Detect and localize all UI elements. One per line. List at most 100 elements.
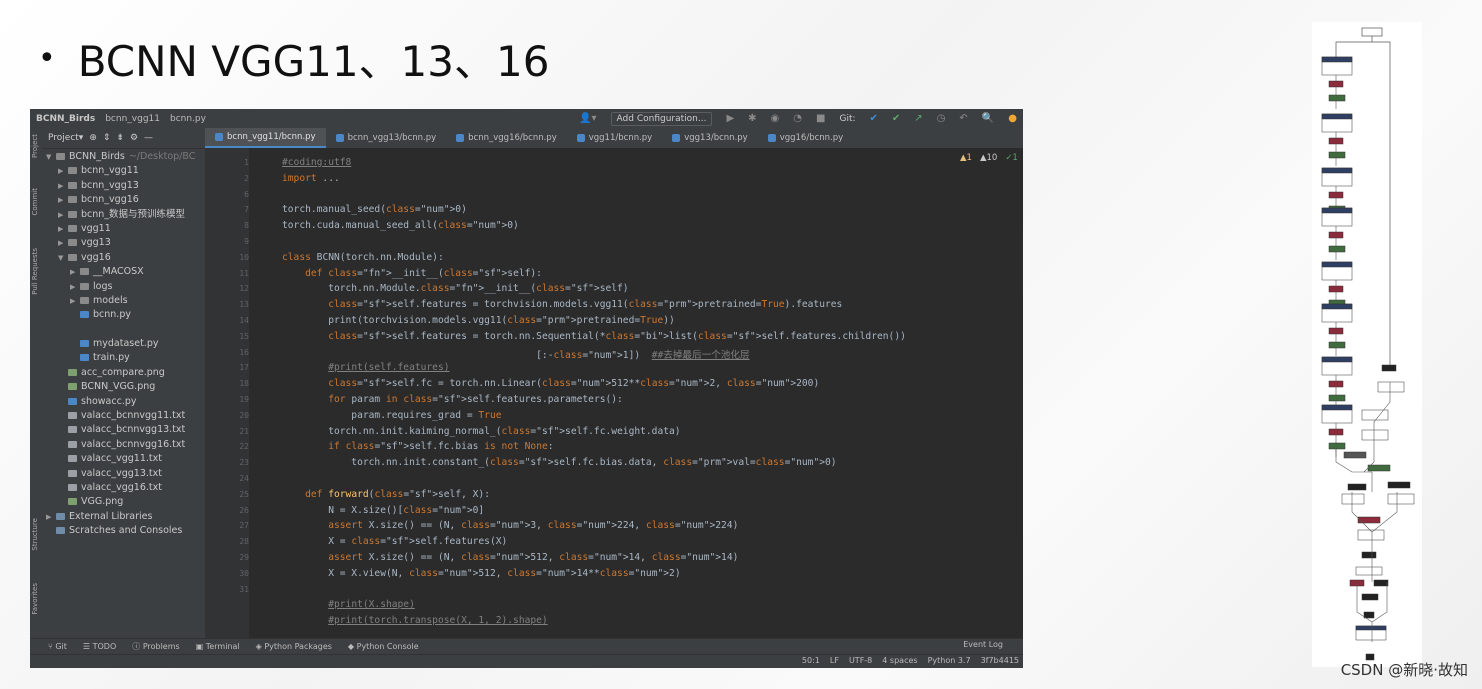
gear-icon[interactable]: ⚙ (130, 133, 138, 143)
user-icon[interactable]: 👤▾ (579, 113, 596, 124)
editor-tab[interactable]: bcnn_vgg16/bcnn.py (446, 128, 567, 148)
editor-tab[interactable]: bcnn_vgg13/bcnn.py (326, 128, 447, 148)
chevron-right-icon[interactable]: ▶ (58, 193, 68, 207)
project-name[interactable]: BCNN_Birds (36, 114, 95, 124)
tree-item[interactable]: valacc_vgg13.txt (42, 467, 205, 481)
code-line[interactable]: #print(torch.transpose(X, 1, 2).shape) (282, 615, 548, 626)
tree-item[interactable]: valacc_bcnnvgg11.txt (42, 409, 205, 423)
code-line[interactable]: X = class="sf">self.features(X) (282, 536, 507, 547)
warning-count[interactable]: ▲1 (960, 153, 972, 163)
tree-item[interactable]: ▶ bcnn_vgg13 (42, 179, 205, 193)
pull-requests-side-tab[interactable]: Pull Requests (31, 248, 39, 295)
tree-item[interactable]: valacc_vgg11.txt (42, 452, 205, 466)
code-line[interactable]: X = X.view(N, class="num">512, class="nu… (282, 568, 680, 579)
locate-icon[interactable]: ⊕ (89, 133, 97, 143)
code-line[interactable]: torch.cuda.manual_seed_all(class="num">0… (282, 220, 519, 231)
tool-window-button[interactable]: ◆ Python Console (348, 642, 419, 651)
git-commit-icon[interactable]: ✔ (892, 113, 900, 124)
editor-tab[interactable]: vgg13/bcnn.py (662, 128, 757, 148)
favorites-side-tab[interactable]: Favorites (31, 583, 39, 615)
tree-item[interactable]: ▼ BCNN_Birds ~/Desktop/BC (42, 150, 205, 164)
code-line[interactable]: print(torchvision.models.vgg11(class="pr… (282, 315, 675, 326)
code-line[interactable]: #print(X.shape) (282, 599, 415, 610)
tool-window-button[interactable]: ☰ TODO (83, 642, 116, 651)
code-line[interactable]: #print(self.features) (282, 362, 449, 373)
commit-side-tab[interactable]: Commit (31, 188, 39, 216)
tree-item[interactable]: ▶ bcnn_vgg11 (42, 164, 205, 178)
tree-item[interactable]: ▶ bcnn_vgg16 (42, 193, 205, 207)
tree-item[interactable]: ▶ bcnn_数据与预训练模型 (42, 208, 205, 222)
tool-window-button[interactable]: ◈ Python Packages (256, 642, 332, 651)
chevron-right-icon[interactable]: ▶ (58, 164, 68, 178)
code-line[interactable]: torch.nn.init.kaiming_normal_(class="sf"… (282, 426, 680, 437)
tree-item[interactable]: ▶ models (42, 294, 205, 308)
code-line[interactable]: def class="fn">__init__(class="sf">self)… (282, 268, 542, 279)
code-line[interactable]: assert X.size() == (N, class="num">3, cl… (282, 520, 738, 531)
tree-item[interactable]: ▶ vgg13 (42, 236, 205, 250)
tree-item[interactable]: acc_compare.png (42, 366, 205, 380)
code-line[interactable]: assert X.size() == (N, class="num">512, … (282, 552, 738, 563)
project-side-tab[interactable]: Project (31, 134, 39, 158)
debug-icon[interactable]: ✱ (748, 113, 756, 124)
tree-item[interactable]: valacc_bcnnvgg13.txt (42, 423, 205, 437)
code-line[interactable]: param.requires_grad = True (282, 410, 501, 421)
chevron-right-icon[interactable]: ▶ (70, 265, 80, 279)
tree-item[interactable]: ▶ External Libraries (42, 510, 205, 524)
code-line[interactable]: torch.nn.Module.class="fn">__init__(clas… (282, 283, 628, 294)
chevron-right-icon[interactable]: ▶ (58, 208, 68, 222)
update-icon[interactable]: ● (1008, 113, 1017, 124)
tree-item[interactable]: valacc_bcnnvgg16.txt (42, 438, 205, 452)
chevron-right-icon[interactable]: ▶ (58, 236, 68, 250)
editor-tab[interactable]: vgg16/bcnn.py (758, 128, 853, 148)
weak-warning-count[interactable]: ▲10 (980, 153, 997, 163)
history-icon[interactable]: ◷ (937, 113, 946, 124)
status-item[interactable]: 50:1 (802, 656, 820, 665)
expand-icon[interactable]: ⇕ (103, 133, 111, 143)
tool-window-button[interactable]: ⑂ Git (48, 642, 67, 651)
tree-item[interactable]: showacc.py (42, 395, 205, 409)
chevron-right-icon[interactable]: ▶ (70, 280, 80, 294)
code-line[interactable]: torch.manual_seed(class="num">0) (282, 204, 467, 215)
editor-tab[interactable]: vgg11/bcnn.py (567, 128, 662, 148)
run-icon[interactable]: ▶ (726, 113, 734, 124)
status-item[interactable]: 3f7b4415 (981, 656, 1019, 665)
tool-window-button[interactable]: ⓘ Problems (132, 641, 179, 652)
tree-item[interactable]: VGG.png (42, 495, 205, 509)
tree-item[interactable]: ▶ __MACOSX (42, 265, 205, 279)
status-item[interactable]: 4 spaces (882, 656, 917, 665)
code-line[interactable]: [:-class="num">1]) ##去掉最后一个池化层 (282, 347, 749, 361)
chevron-right-icon[interactable]: ▶ (58, 222, 68, 236)
chevron-right-icon[interactable]: ▶ (70, 294, 80, 308)
tree-item[interactable]: bcnn.py (42, 308, 205, 322)
code-line[interactable]: def forward(class="sf">self, X): (282, 489, 490, 500)
event-log-button[interactable]: Event Log (963, 640, 1003, 649)
editor-tab[interactable]: bcnn_vgg11/bcnn.py (205, 128, 326, 148)
status-item[interactable]: UTF-8 (849, 656, 872, 665)
tree-item[interactable]: train.py (42, 351, 205, 365)
tree-item[interactable]: BCNN_VGG.png (42, 380, 205, 394)
hide-icon[interactable]: — (144, 133, 153, 143)
code-line[interactable]: class BCNN(torch.nn.Module): (282, 252, 444, 263)
profile-icon[interactable]: ◔ (793, 113, 802, 124)
coverage-icon[interactable]: ◉ (771, 113, 780, 124)
code-line[interactable]: torch.nn.init.constant_(class="sf">self.… (282, 457, 836, 468)
stop-icon[interactable]: ■ (816, 113, 825, 124)
add-configuration-button[interactable]: Add Configuration... (610, 111, 713, 126)
collapse-icon[interactable]: ⇟ (116, 133, 124, 143)
project-dropdown[interactable]: Project▾ (48, 133, 83, 143)
code-line[interactable]: import ... (282, 173, 340, 184)
tree-item[interactable]: ▼ vgg16 (42, 251, 205, 265)
search-icon[interactable]: 🔍 (982, 113, 994, 124)
tree-item[interactable]: ▶ logs (42, 280, 205, 294)
rollback-icon[interactable]: ↶ (959, 113, 967, 124)
code-line[interactable]: N = X.size()[class="num">0] (282, 505, 484, 516)
chevron-down-icon[interactable]: ▼ (46, 150, 56, 164)
tree-item[interactable]: mydataset.py (42, 337, 205, 351)
tree-item[interactable] (42, 323, 205, 337)
chevron-down-icon[interactable]: ▼ (58, 251, 68, 265)
git-push-icon[interactable]: ↗ (914, 113, 922, 124)
tool-window-button[interactable]: ▣ Terminal (196, 642, 240, 651)
code-line[interactable]: class="sf">self.features = torchvision.m… (282, 299, 842, 310)
inspection-widget[interactable]: ▲1 ▲10 ✓1 ˄ ˅ (960, 153, 1023, 163)
code-line[interactable]: for param in class="sf">self.features.pa… (282, 394, 623, 405)
